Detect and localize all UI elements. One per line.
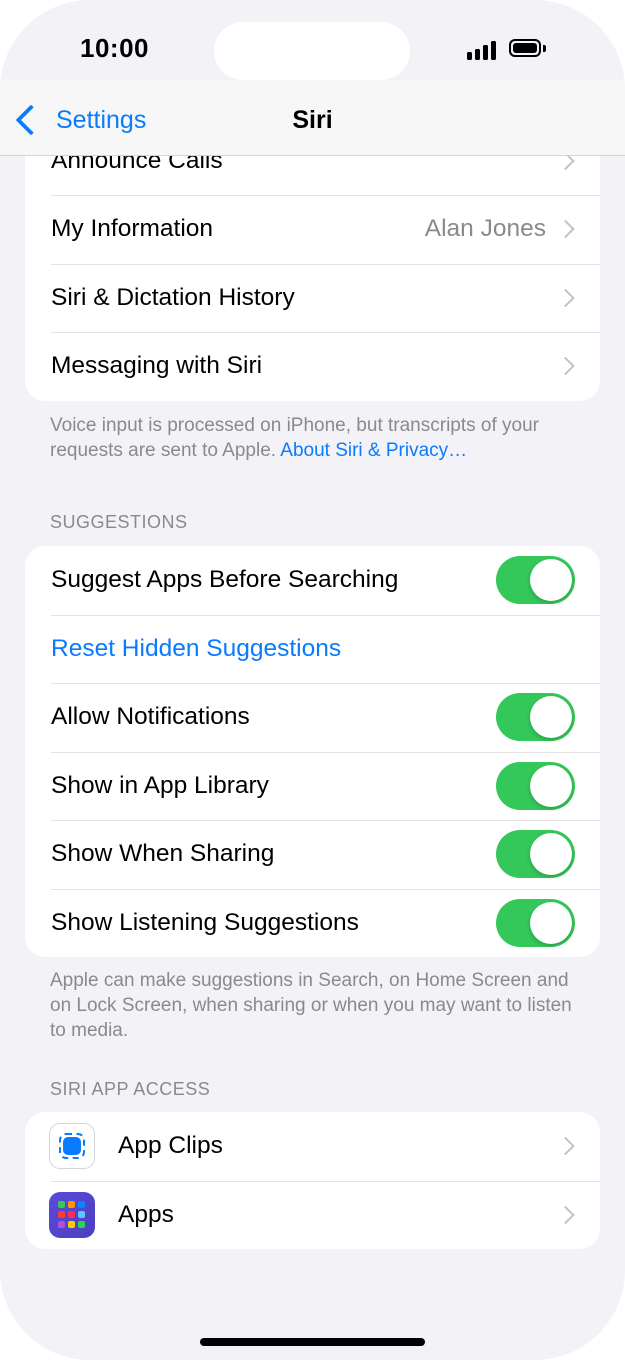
row-apps[interactable]: Apps bbox=[25, 1180, 600, 1250]
row-label: Announce Calls bbox=[51, 156, 223, 174]
allow-notifications-toggle[interactable] bbox=[496, 693, 575, 742]
row-label: Messaging with Siri bbox=[51, 352, 263, 380]
about-siri-privacy-link[interactable]: About Siri & Privacy… bbox=[280, 440, 467, 461]
page-title: Siri bbox=[292, 106, 333, 134]
row-label: App Clips bbox=[118, 1132, 223, 1160]
row-label: Suggest Apps Before Searching bbox=[51, 566, 399, 594]
suggestions-footer: Apple can make suggestions in Search, on… bbox=[50, 970, 572, 1041]
dynamic-island bbox=[214, 22, 410, 80]
chevron-right-icon bbox=[556, 1205, 575, 1224]
row-label: Show When Sharing bbox=[51, 840, 275, 868]
apps-grid-icon bbox=[49, 1191, 95, 1238]
chevron-right-icon bbox=[556, 156, 575, 170]
row-show-when-sharing: Show When Sharing bbox=[25, 820, 600, 889]
row-label: Apps bbox=[118, 1200, 174, 1228]
cellular-signal-icon bbox=[467, 40, 499, 60]
app-access-group: App Clips Apps bbox=[25, 1112, 600, 1249]
row-app-clips[interactable]: App Clips bbox=[25, 1112, 600, 1181]
status-time: 10:00 bbox=[80, 33, 149, 63]
show-when-sharing-toggle[interactable] bbox=[496, 830, 575, 879]
app-clips-icon bbox=[49, 1123, 95, 1170]
row-label: My Information bbox=[51, 215, 214, 243]
row-allow-notifications: Allow Notifications bbox=[25, 683, 600, 752]
row-siri-dictation-history[interactable]: Siri & Dictation History bbox=[25, 263, 600, 333]
chevron-right-icon bbox=[556, 288, 575, 307]
navigation-bar: Settings Siri bbox=[0, 80, 625, 156]
row-label: Siri & Dictation History bbox=[51, 283, 295, 311]
row-show-in-app-library: Show in App Library bbox=[25, 751, 600, 821]
row-suggest-apps: Suggest Apps Before Searching bbox=[25, 546, 600, 615]
suggestions-header: SUGGESTIONS bbox=[50, 512, 188, 532]
chevron-right-icon bbox=[556, 357, 575, 376]
row-messaging-with-siri[interactable]: Messaging with Siri bbox=[25, 332, 600, 401]
row-my-information[interactable]: My Information Alan Jones bbox=[25, 195, 600, 264]
row-label: Show Listening Suggestions bbox=[51, 908, 359, 936]
row-label: Show in App Library bbox=[51, 771, 269, 799]
suggest-apps-toggle[interactable] bbox=[496, 556, 575, 605]
show-in-app-library-toggle[interactable] bbox=[496, 761, 575, 810]
chevron-right-icon bbox=[556, 220, 575, 239]
battery-icon bbox=[509, 39, 547, 59]
home-indicator[interactable] bbox=[200, 1338, 425, 1346]
row-show-listening-suggestions: Show Listening Suggestions bbox=[25, 888, 600, 958]
row-reset-hidden-suggestions[interactable]: Reset Hidden Suggestions bbox=[25, 614, 600, 684]
reset-hidden-suggestions-button[interactable]: Reset Hidden Suggestions bbox=[51, 635, 341, 663]
privacy-footer: Voice input is processed on iPhone, but … bbox=[50, 413, 580, 463]
siri-options-group: Announce Calls My Information Alan Jones… bbox=[25, 156, 600, 401]
row-label: Allow Notifications bbox=[51, 703, 250, 731]
siri-app-access-header: SIRI APP ACCESS bbox=[50, 1079, 211, 1099]
suggestions-group: Suggest Apps Before Searching Reset Hidd… bbox=[25, 546, 600, 957]
show-listening-suggestions-toggle[interactable] bbox=[496, 898, 575, 947]
row-value: Alan Jones bbox=[424, 215, 546, 243]
row-announce-calls[interactable]: Announce Calls bbox=[25, 156, 600, 195]
settings-content[interactable]: Announce Calls My Information Alan Jones… bbox=[0, 156, 625, 1360]
chevron-right-icon bbox=[556, 1137, 575, 1156]
phone-screen: 10:00 Settings Siri Announce Calls My In… bbox=[0, 0, 625, 1360]
